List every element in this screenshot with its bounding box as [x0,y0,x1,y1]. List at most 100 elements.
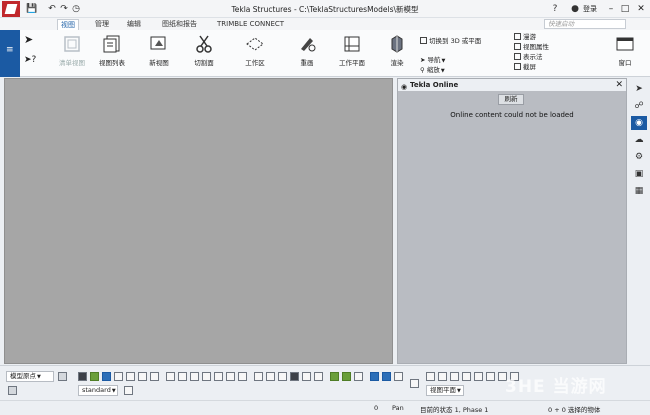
snap-origin-select[interactable]: 模型原点▼ [6,371,54,382]
triangle-icon[interactable] [486,372,495,381]
window-label: 窗口 [618,59,632,67]
user-icon[interactable]: ● [569,3,581,15]
screenshot-label: 截屏 [523,63,536,71]
tab-trimble-connect[interactable]: TRIMBLE CONNECT [214,19,287,30]
select-objects-icon[interactable] [238,372,247,381]
standard-select[interactable]: standard▼ [78,385,118,396]
tab-drawings-reports[interactable]: 图纸和报告 [159,19,200,30]
cloud-icon[interactable]: ☁ [631,133,647,147]
snap-center-icon[interactable] [278,372,287,381]
tab-edit[interactable]: 编辑 [124,19,144,30]
panel-header: ◉ Tekla Online ✕ [398,79,626,91]
switch-3d-label: 切换到 3D 或平面 [429,37,482,45]
panel-body: 刷新 Online content could not be loaded [398,91,626,363]
snap-points-icon[interactable] [254,372,263,381]
select-parts-icon[interactable] [90,372,99,381]
snap-geometry-icon[interactable] [330,372,339,381]
status-phase: 目前的状态 1, Phase 1 [420,406,489,414]
select-surfaces-icon[interactable] [102,372,111,381]
components-icon[interactable]: ▦ [631,184,647,198]
tab-manage[interactable]: 管理 [92,19,112,30]
maximize-icon[interactable]: □ [620,3,630,15]
panel-close-icon[interactable]: ✕ [615,79,623,91]
select-holes-icon[interactable] [126,372,135,381]
select-bolts-icon[interactable] [150,372,159,381]
work-plane-button[interactable]: 工作平面 [337,32,367,67]
close-icon[interactable]: ✕ [636,3,646,15]
smart-select-icon[interactable]: ➤? [24,56,36,65]
polygon-icon[interactable] [462,372,471,381]
quick-launch-input[interactable]: 快速启动 [544,19,626,29]
zoom-button[interactable]: ⚲ 缩放▼ [420,66,445,75]
render-cube-icon [391,35,403,53]
work-plane-label: 工作平面 [339,59,365,67]
snap-lines-icon[interactable] [382,372,391,381]
clip-plane-label: 切割面 [194,59,214,67]
render-button[interactable]: 渲染 [386,32,408,67]
select-grids-icon[interactable] [214,372,223,381]
eye-icon[interactable] [410,379,419,388]
view-plane-select[interactable]: 视图平面▼ [426,385,464,396]
side-pane-bar: ➤ ☍ ◉ ☁ ⚙ ▣ ▦ [628,78,650,364]
link-icon[interactable]: ☍ [631,99,647,113]
view-properties-button[interactable]: 视图属性 [514,43,549,51]
fly-button[interactable]: 漫游 [514,33,536,41]
representation-button[interactable]: 表示法 [514,53,543,61]
snap-add-icon[interactable] [58,372,67,381]
work-area-button[interactable]: 工作区 [240,32,270,67]
rect-select-icon[interactable] [426,372,435,381]
redraw-icon [301,38,316,52]
tekla-online-panel: ◉ Tekla Online ✕ 刷新 Online content could… [397,78,627,364]
watermark: 3HE 当游网 [505,377,607,397]
window-button[interactable]: 窗口 [612,32,638,67]
list-view-button[interactable]: 清单视图 [57,32,87,67]
snap-ends-icon[interactable] [266,372,275,381]
tekla-online-globe-icon[interactable]: ◉ [631,116,647,130]
navigate-button[interactable]: ➤ 导航▼ [420,56,445,65]
work-area-label: 工作区 [245,59,265,67]
model-viewport[interactable] [4,78,393,364]
snap-origin-value: 模型原点 [10,372,36,380]
select-points-icon[interactable] [114,372,123,381]
work-plane-icon [344,36,360,52]
snap-ortho-icon[interactable] [394,372,403,381]
login-link[interactable]: 登录 [583,4,597,14]
status-selected: 0 + 0 选择的物体 [548,406,601,414]
side-toggle-icon[interactable] [8,386,17,395]
standard-value: standard [82,386,111,394]
minimize-icon[interactable]: – [606,3,616,15]
select-components-icon[interactable] [202,372,211,381]
clip-plane-button[interactable]: 切割面 [190,32,218,67]
view-properties-label: 视图属性 [523,43,549,51]
snap-midpoint-icon[interactable] [290,372,299,381]
screenshot-button[interactable]: 截屏 [514,63,536,71]
view-list-button[interactable]: 视图列表 [97,32,127,67]
select-welds-icon[interactable] [166,372,175,381]
window-icon [616,37,634,51]
select-cuts-icon[interactable] [178,372,187,381]
refresh-button[interactable]: 刷新 [498,94,524,105]
select-lines-icon[interactable] [138,372,147,381]
select-plane-icon[interactable] [226,372,235,381]
snap-intersection-icon[interactable] [302,372,311,381]
snap-any-icon[interactable] [354,372,363,381]
arrow-icon[interactable]: ➤ [631,82,647,96]
snap-grid-icon[interactable] [370,372,379,381]
select-views-icon[interactable] [190,372,199,381]
switch-3d-button[interactable]: 切换到 3D 或平面 [420,37,481,45]
cross-icon[interactable] [474,372,483,381]
select-all-icon[interactable] [78,372,87,381]
snap-perpendicular-icon[interactable] [314,372,323,381]
filter-settings-icon[interactable] [124,386,133,395]
settings-gear-icon[interactable]: ⚙ [631,150,647,164]
new-view-button[interactable]: 新视图 [145,32,173,67]
tab-view[interactable]: 视图 [57,19,79,30]
circle-icon[interactable] [450,372,459,381]
snap-reference-icon[interactable] [342,372,351,381]
package-icon[interactable]: ▣ [631,167,647,181]
square-icon[interactable] [438,372,447,381]
redraw-button[interactable]: 重画 [293,32,321,67]
help-icon[interactable]: ? [549,3,561,15]
side-menu-button[interactable]: ≡ [0,30,20,77]
select-arrow-icon[interactable]: ➤ [24,34,33,45]
